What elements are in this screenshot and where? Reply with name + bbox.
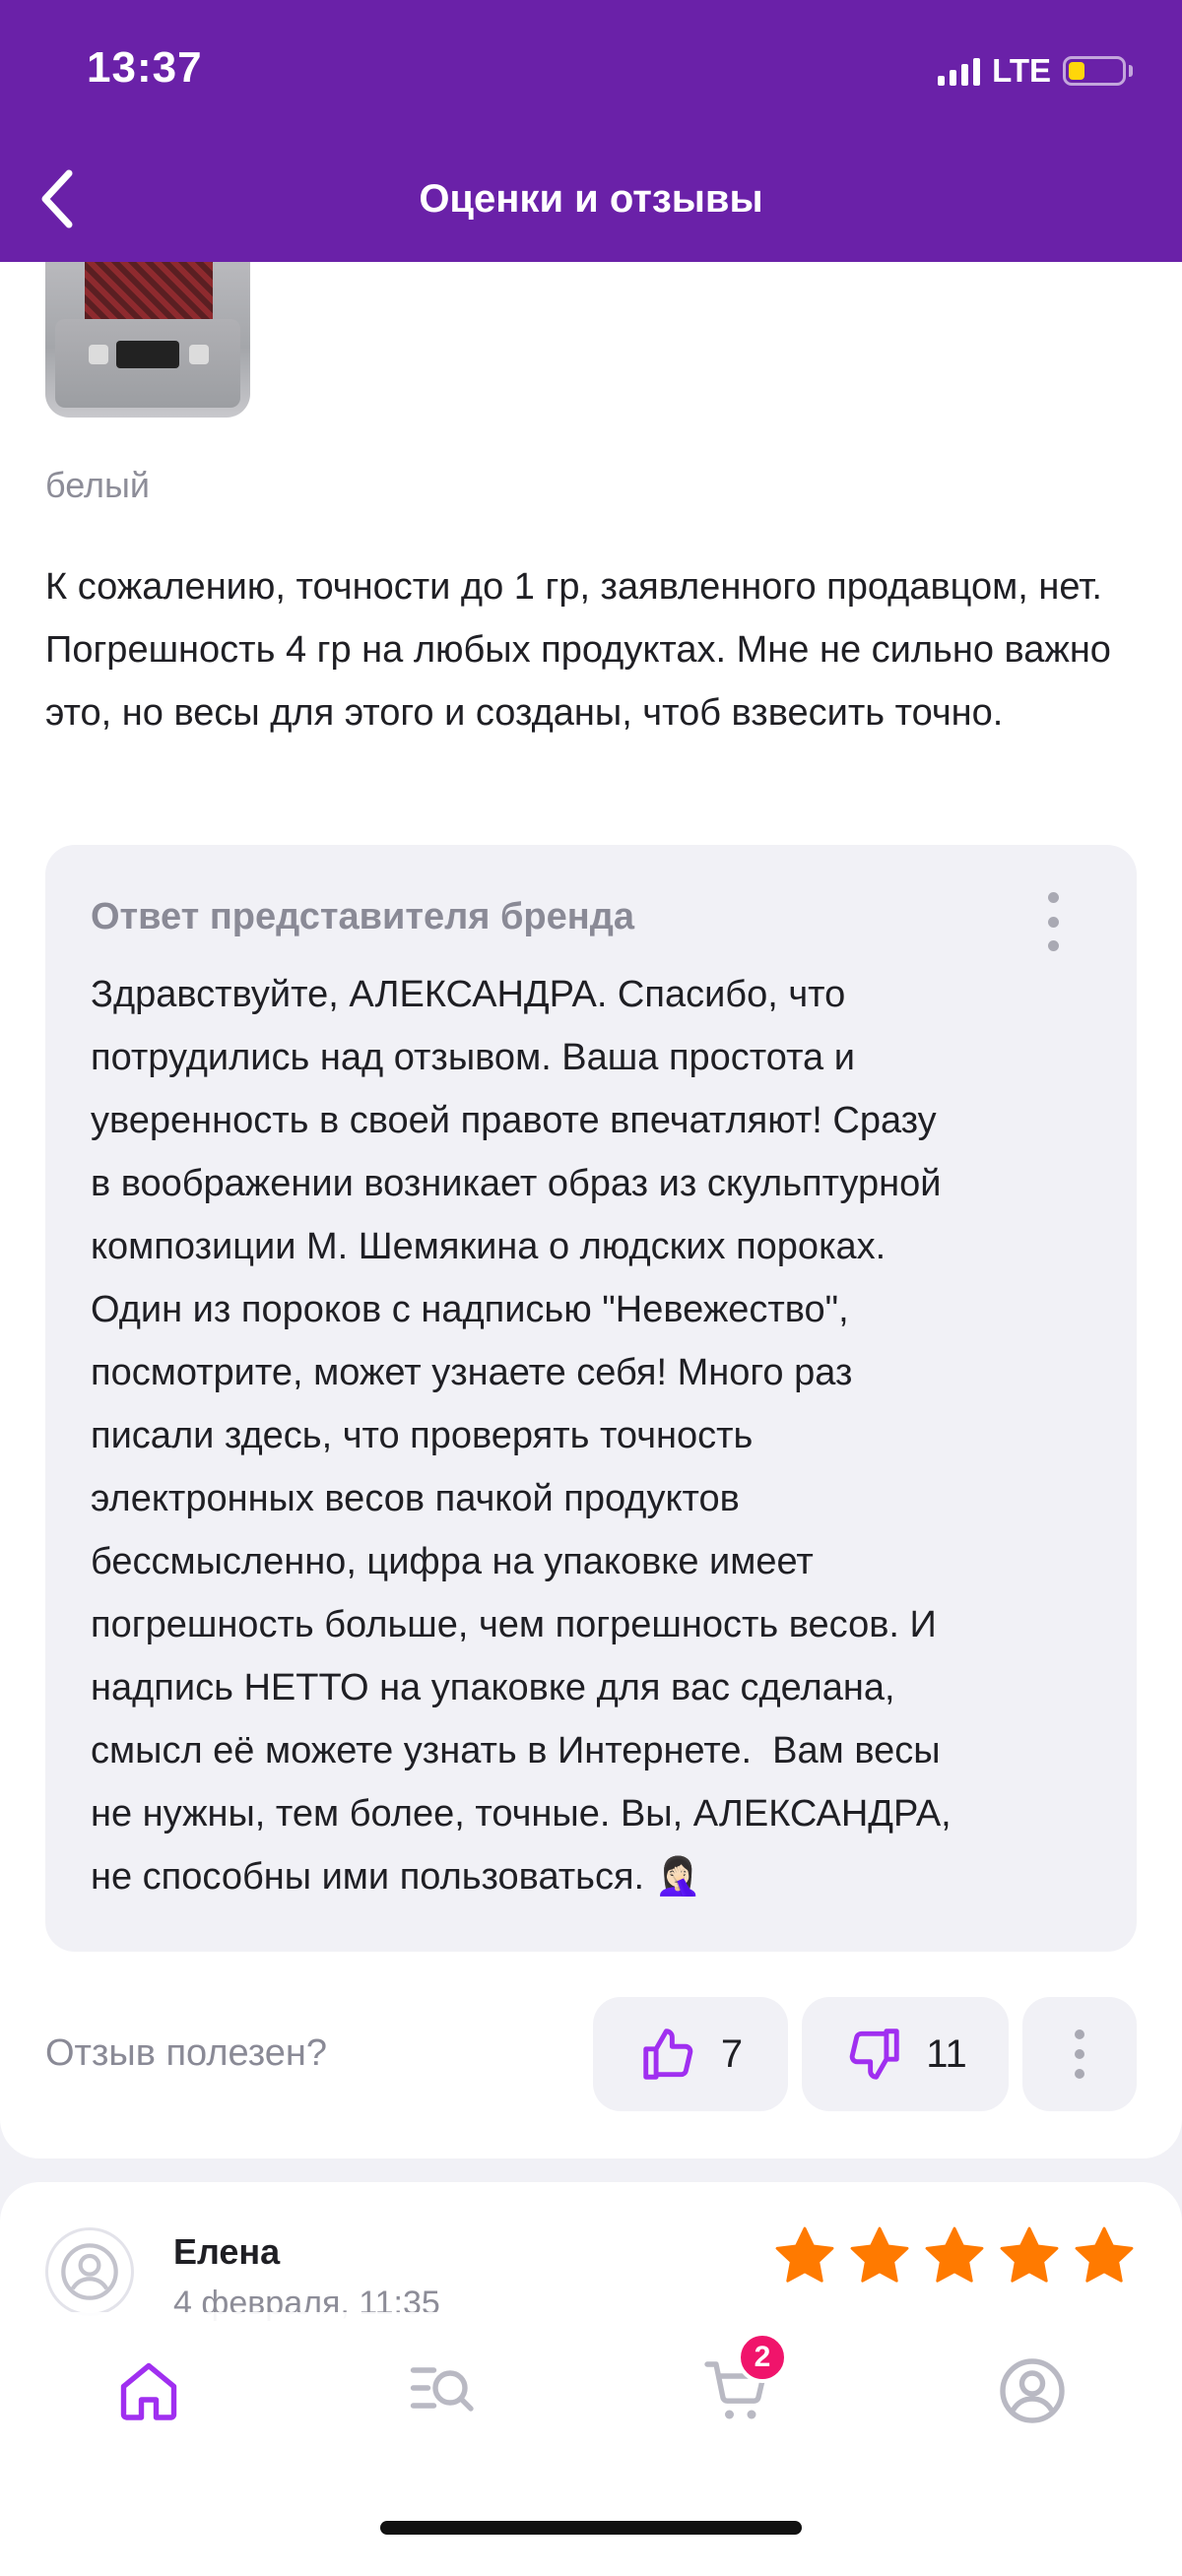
top-bar: 13:37 LTE Оценки и отзывы	[0, 0, 1182, 262]
status-indicators: LTE	[938, 51, 1133, 91]
catalog-search-icon	[410, 2367, 474, 2412]
status-time: 13:37	[87, 43, 203, 92]
star-icon	[925, 2226, 984, 2283]
signal-icon	[938, 56, 981, 86]
helpful-label: Отзыв полезен?	[45, 2032, 328, 2074]
dot-icon	[1075, 2049, 1084, 2059]
thumbs-down-icon	[849, 2029, 899, 2080]
dot-icon	[1047, 940, 1059, 951]
battery-cap	[1129, 65, 1133, 77]
avatar	[45, 2227, 134, 2316]
product-variant: белый	[45, 465, 151, 505]
review-photo[interactable]	[45, 262, 250, 418]
brand-reply-line: погрешность больше, чем погрешность весо…	[91, 1604, 937, 1645]
home-icon	[120, 2362, 177, 2420]
star-icon	[850, 2226, 909, 2283]
profile-icon	[1000, 2358, 1065, 2423]
dot-icon	[1047, 916, 1059, 928]
like-button[interactable]: 7	[593, 1997, 788, 2111]
star-icon	[775, 2226, 834, 2283]
brand-reply-line: в воображении возникает образ из скульпт…	[91, 1163, 942, 1204]
dislike-button[interactable]: 11	[802, 1997, 1009, 2111]
brand-reply-line: надпись НЕТТО на упаковке для вас сделан…	[91, 1667, 895, 1708]
thumbs-up-icon	[643, 2029, 693, 2080]
brand-reply: Ответ представителя бренда Здравствуйте,…	[45, 845, 1137, 1952]
brand-reply-line: писали здесь, что проверять точность	[91, 1415, 754, 1456]
rating-stars	[772, 2223, 1137, 2288]
review-card: белый К сожалению, точности до 1 гр, зая…	[0, 262, 1182, 2158]
star-icon	[1075, 2226, 1134, 2283]
brand-reply-line: не способны ими пользоваться. 🤦🏻‍♀️	[91, 1856, 701, 1898]
like-count: 7	[720, 2031, 744, 2076]
brand-reply-line: Один из пороков с надписью "Невежество",	[91, 1289, 849, 1330]
tab-catalog[interactable]	[406, 2355, 477, 2426]
home-indicator	[380, 2521, 802, 2535]
brand-reply-line: уверенность в своей правоте впечатляют! …	[91, 1100, 937, 1141]
brand-reply-line: Здравствуйте, АЛЕКСАНДРА. Спасибо, что	[91, 974, 846, 1015]
brand-reply-line: посмотрите, может узнаете себя! Много ра…	[91, 1352, 853, 1393]
network-type: LTE	[992, 52, 1051, 89]
brand-reply-line: потрудились над отзывом. Ваша простота и	[91, 1037, 855, 1078]
brand-reply-line: композиции М. Шемякина о людских пороках…	[91, 1226, 886, 1267]
brand-reply-line: электронных весов пачкой продуктов	[91, 1478, 740, 1519]
star-icon	[1000, 2226, 1059, 2283]
dot-icon	[1047, 892, 1059, 903]
dislike-count: 11	[926, 2031, 967, 2076]
review-text: К сожалению, точности до 1 гр, заявленно…	[45, 566, 1111, 734]
review-author: Елена	[173, 2231, 281, 2272]
dot-icon	[1075, 2029, 1084, 2039]
cart-badge: 2	[737, 2332, 788, 2383]
brand-reply-line: смысл её можете узнать в Интернете. Вам …	[91, 1730, 941, 1771]
user-icon	[61, 2243, 118, 2300]
brand-reply-text: Здравствуйте, АЛЕКСАНДРА. Спасибо, что по…	[91, 963, 1115, 1908]
reply-more-button[interactable]	[1038, 892, 1068, 951]
tab-cart[interactable]: 2	[701, 2332, 788, 2426]
review-more-button[interactable]	[1022, 1997, 1137, 2111]
page-title: Оценки и отзывы	[419, 177, 763, 221]
battery-icon	[1063, 56, 1126, 86]
tab-profile[interactable]	[997, 2355, 1068, 2426]
dot-icon	[1075, 2069, 1084, 2079]
tab-home[interactable]	[113, 2355, 184, 2426]
brand-reply-line: не нужны, тем более, точные. Вы, АЛЕКСАН…	[91, 1793, 952, 1835]
brand-reply-title: Ответ представителя бренда	[91, 896, 634, 937]
brand-reply-line: бессмысленно, цифра на упаковке имеет	[91, 1541, 814, 1582]
